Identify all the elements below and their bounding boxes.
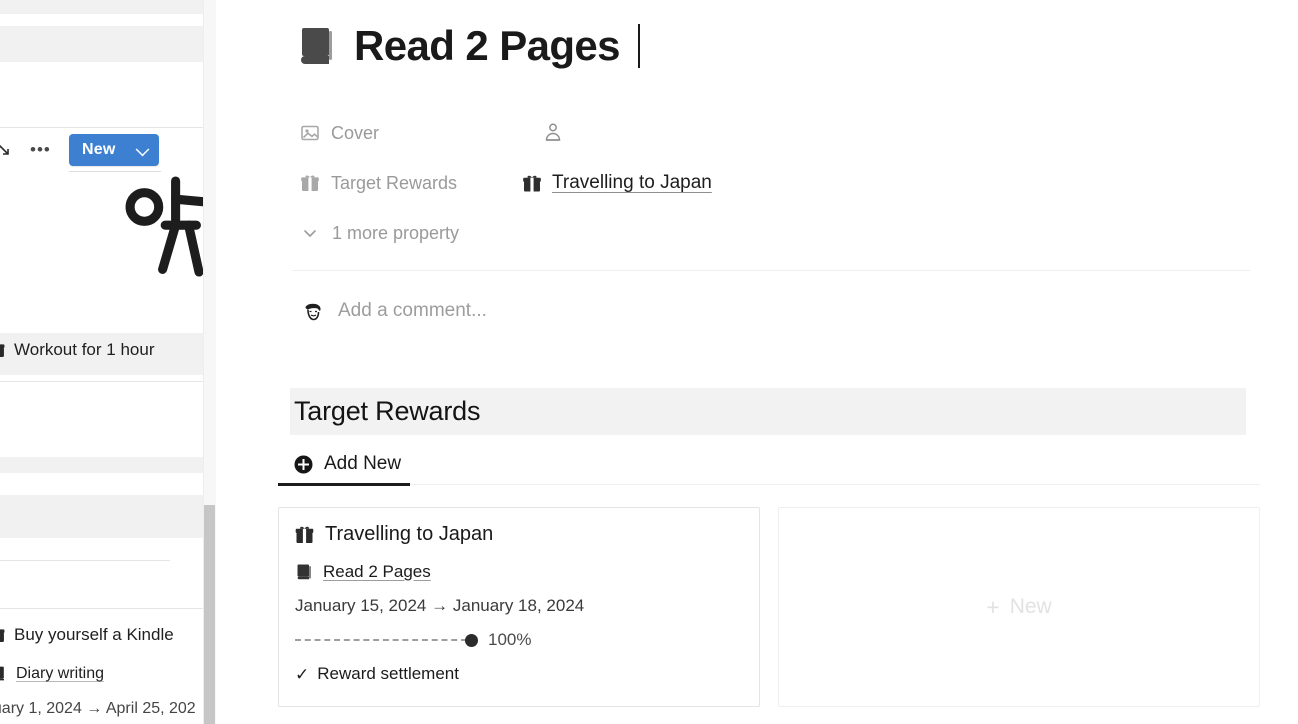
new-card-placeholder[interactable]: + New — [778, 507, 1260, 707]
divider — [0, 560, 170, 561]
new-button-label: New — [82, 141, 116, 158]
gift-icon — [0, 626, 5, 644]
progress-percent: 100% — [488, 630, 532, 649]
gift-icon — [295, 524, 314, 545]
page-content: Read 2 Pages Cover Target Rewards Travel… — [216, 0, 1298, 724]
list-item[interactable]: Diary writing — [0, 665, 104, 683]
bg-strip — [0, 26, 216, 62]
properties-list: Cover Target Rewards Travelling to Japan… — [300, 108, 1260, 258]
property-row-cover[interactable]: Cover — [300, 108, 1260, 158]
reward-settlement-row[interactable]: ✓ Reward settlement — [295, 664, 459, 684]
gift-icon — [300, 173, 320, 193]
divider — [0, 127, 216, 128]
reward-settlement-label: Reward settlement — [317, 664, 459, 683]
property-row-target-rewards[interactable]: Target Rewards Travelling to Japan — [300, 158, 1260, 208]
more-properties-label: 1 more property — [332, 222, 460, 243]
closed-book-icon[interactable] — [298, 24, 338, 68]
bg-strip — [0, 0, 216, 14]
property-value-target-rewards[interactable]: Travelling to Japan — [522, 172, 712, 194]
plus-circle-icon — [294, 455, 313, 474]
divider — [292, 270, 1250, 271]
divider — [410, 484, 1260, 485]
check-icon: ✓ — [295, 664, 310, 684]
new-button[interactable]: New — [69, 134, 159, 166]
property-label-target-rewards: Target Rewards — [300, 173, 522, 194]
tab-add-new[interactable]: Add New — [278, 446, 415, 482]
bg-strip — [0, 14, 216, 26]
diagonal-arrow-icon[interactable] — [0, 142, 14, 160]
user-avatar-icon — [300, 298, 326, 324]
page-title[interactable]: Read 2 Pages — [354, 25, 621, 67]
progress-handle[interactable] — [465, 633, 478, 647]
more-properties-row[interactable]: 1 more property — [300, 208, 1260, 258]
date-end: January 18, 2024 — [452, 596, 585, 615]
bg-strip — [0, 457, 216, 473]
more-properties-toggle[interactable]: 1 more property — [300, 223, 459, 244]
tab-label: Add New — [324, 453, 402, 474]
chevron-down-icon — [300, 223, 320, 243]
section-title: Target Rewards — [294, 396, 481, 426]
gift-icon — [0, 341, 5, 359]
page-title-row: Read 2 Pages — [298, 24, 640, 68]
date-start: January 15, 2024 — [295, 596, 427, 615]
new-card-label: New — [1009, 595, 1052, 618]
new-card-content[interactable]: + New — [779, 508, 1259, 706]
chevron-down-icon[interactable] — [135, 142, 150, 157]
reward-card-subtitle[interactable]: Read 2 Pages — [323, 562, 431, 582]
property-label-text: Target Rewards — [331, 172, 458, 193]
app-root: ••• New Workout for 1 hour Buy yourself … — [0, 0, 1298, 724]
date-range: nuary 1, 2024 → April 25, 202 — [0, 700, 196, 717]
list-item[interactable]: Workout for 1 hour — [0, 340, 154, 360]
image-icon — [300, 123, 320, 143]
reward-card-header: Travelling to Japan — [295, 523, 493, 546]
text-cursor — [637, 24, 640, 68]
progress-track — [295, 639, 467, 641]
date-arrow: → — [431, 596, 449, 615]
background-panel: ••• New Workout for 1 hour Buy yourself … — [0, 0, 216, 724]
comment-composer[interactable]: Add a comment... — [300, 298, 487, 324]
bg-strip — [0, 473, 216, 495]
scrollbar-thumb[interactable] — [204, 505, 215, 724]
bg-strip — [0, 495, 216, 538]
divider — [0, 608, 216, 609]
background-toolbar: ••• New — [0, 62, 216, 172]
list-item[interactable]: Buy yourself a Kindle — [0, 625, 174, 645]
bg-strip — [0, 382, 216, 457]
list-item-label: Diary writing — [16, 665, 105, 682]
reward-card-title: Travelling to Japan — [325, 523, 494, 545]
progress-bar[interactable]: 100% — [295, 630, 531, 650]
reward-card[interactable]: Travelling to Japan Read 2 Pages January… — [278, 507, 760, 707]
property-label-cover: Cover — [300, 123, 522, 144]
list-item-label: Buy yourself a Kindle — [14, 625, 174, 644]
property-value-link[interactable]: Travelling to Japan — [552, 172, 712, 194]
more-options-button[interactable]: ••• — [30, 141, 52, 160]
gift-icon — [522, 173, 542, 194]
plus-icon: + — [986, 593, 1000, 620]
closed-book-icon — [296, 563, 313, 582]
upload-person-icon[interactable] — [542, 121, 564, 145]
reward-card-dates: January 15, 2024 → January 18, 2024 — [295, 596, 584, 616]
tab-active-indicator — [278, 483, 410, 486]
list-item-label: Workout for 1 hour — [14, 340, 155, 359]
comment-input-placeholder[interactable]: Add a comment... — [338, 300, 487, 322]
property-label-text: Cover — [331, 122, 380, 143]
closed-book-icon — [0, 665, 7, 683]
tab-strip: Add New — [278, 446, 1260, 484]
reward-card-subtitle-row[interactable]: Read 2 Pages — [296, 562, 431, 582]
person-stretching-icon — [108, 168, 216, 298]
